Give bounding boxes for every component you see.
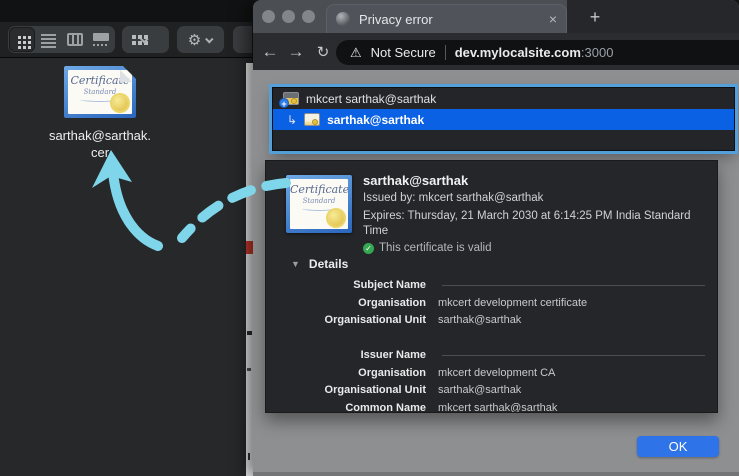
not-secure-warning-icon: ⚠: [350, 44, 362, 60]
back-button[interactable]: ←: [257, 33, 283, 70]
detail-row: Common Name mkcert sarthak@sarthak: [345, 402, 558, 413]
detail-row: Organisational Unit sarthak@sarthak: [324, 384, 522, 396]
section-divider-line: [442, 285, 705, 286]
column-view-button[interactable]: [62, 27, 88, 52]
list-view-button[interactable]: [35, 27, 61, 52]
tab-close-icon[interactable]: ×: [549, 12, 557, 26]
partial-toolbar-button[interactable]: [233, 26, 252, 53]
tab-title: Privacy error: [359, 11, 433, 27]
url-port: :3000: [580, 45, 614, 60]
certificate-name: sarthak@sarthak: [363, 173, 469, 188]
gear-icon: ⚙: [187, 31, 202, 49]
certificate-chain-list: + mkcert sarthak@sarthak ↳ sarthak@sarth…: [272, 87, 735, 151]
minimize-button[interactable]: [282, 10, 295, 23]
actions-button[interactable]: ⚙: [177, 26, 224, 53]
validity-text: This certificate is valid: [379, 242, 492, 254]
section-title-row: Issuer Name: [266, 349, 717, 364]
certificate-chain-item-root[interactable]: + mkcert sarthak@sarthak: [273, 88, 734, 109]
detail-row: Organisation mkcert development certific…: [358, 297, 588, 309]
finder-window: ⚙ Certificate Standard sarthak@sarthak. …: [0, 0, 252, 476]
detail-row: Organisation mkcert development CA: [358, 367, 556, 379]
browser-window: Privacy error × + ← → ↻ ⚠ Not Secure dev…: [253, 0, 739, 476]
ok-button[interactable]: OK: [637, 436, 719, 457]
browser-toolbar: ← → ↻ ⚠ Not Secure dev.mylocalsite.com:3…: [253, 33, 739, 70]
leaf-certificate-icon: [304, 113, 321, 126]
view-mode-segmented-control: [8, 26, 115, 53]
tab-favicon-globe-icon: [336, 12, 350, 26]
address-bar[interactable]: ⚠ Not Secure dev.mylocalsite.com:3000: [336, 40, 739, 65]
certificate-chain-item-leaf[interactable]: ↳ sarthak@sarthak: [273, 109, 734, 130]
detail-row: Organisational Unit sarthak@sarthak: [324, 314, 522, 326]
certificate-file[interactable]: Certificate Standard sarthak@sarthak. ce…: [10, 66, 190, 161]
details-header: Details: [308, 257, 349, 271]
chevron-down-icon: [205, 34, 214, 44]
close-button[interactable]: [262, 10, 275, 23]
section-title-row: Subject Name: [266, 279, 717, 294]
omnibox-divider: [444, 45, 446, 60]
browser-tab[interactable]: Privacy error ×: [326, 4, 567, 33]
finder-toolbar: ⚙: [0, 22, 252, 58]
finder-titlebar: [0, 0, 252, 22]
valid-check-icon: ✓: [363, 242, 374, 254]
disclosure-triangle-icon: ▼: [291, 259, 300, 269]
group-by-button[interactable]: [122, 26, 169, 53]
dimmed-page-area: + mkcert sarthak@sarthak ↳ sarthak@sarth…: [253, 70, 739, 476]
icon-view-button[interactable]: [9, 27, 36, 52]
gallery-view-icon: [92, 33, 109, 46]
certificate-icon: Certificate Standard: [286, 175, 352, 233]
gallery-view-button[interactable]: [88, 27, 114, 52]
gold-seal-icon: [112, 95, 128, 111]
column-view-icon: [66, 33, 83, 46]
background-window-edge: [246, 63, 253, 476]
validity-status: ✓ This certificate is valid: [363, 242, 695, 254]
certificate-file-icon: Certificate Standard: [64, 66, 136, 118]
url-host: dev.mylocalsite.com: [454, 45, 581, 60]
list-view-icon: [40, 33, 56, 36]
group-icon: [131, 34, 136, 39]
issued-by-line: Issued by: mkcert sarthak@sarthak: [363, 192, 544, 204]
background-red-element: [246, 241, 253, 254]
section-divider-line: [442, 355, 705, 356]
root-certificate-icon: +: [279, 92, 299, 109]
screenshot-root: ⚙ Certificate Standard sarthak@sarthak. …: [0, 0, 739, 476]
return-arrow-icon: ↳: [287, 112, 298, 127]
zoom-button[interactable]: [302, 10, 315, 23]
reload-button[interactable]: ↻: [310, 33, 336, 70]
icon-view-icon: [18, 35, 22, 39]
forward-button[interactable]: →: [283, 33, 309, 70]
chevron-down-icon: [139, 34, 149, 44]
details-disclosure[interactable]: ▼ Details: [291, 257, 348, 271]
file-name-label: sarthak@sarthak. cer: [48, 128, 152, 160]
tab-strip: Privacy error × +: [253, 0, 739, 33]
plus-badge-icon: +: [279, 98, 289, 109]
gold-seal-icon: [328, 210, 344, 226]
expires-line: Expires: Thursday, 21 March 2030 at 6:14…: [363, 210, 691, 237]
certificate-summary: sarthak@sarthak Issued by: mkcert sartha…: [363, 173, 695, 254]
certificate-details-panel: Certificate Standard sarthak@sarthak Iss…: [265, 160, 718, 413]
new-tab-button[interactable]: +: [583, 5, 607, 29]
window-bottom-edge: [253, 472, 739, 476]
not-secure-label[interactable]: Not Secure: [371, 45, 436, 60]
